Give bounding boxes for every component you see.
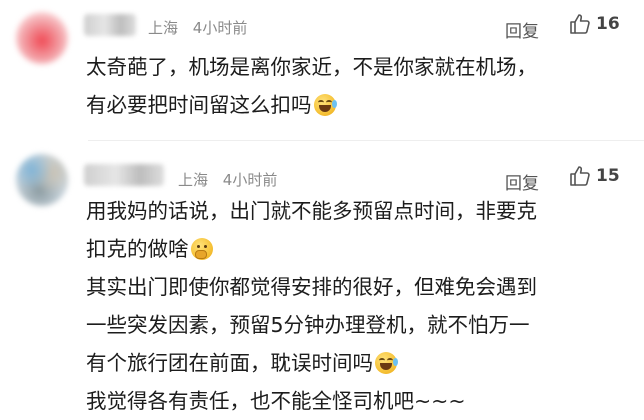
avatar[interactable] <box>16 12 68 64</box>
timestamp-label: 4小时前 <box>192 19 248 37</box>
comment-text: 太奇葩了，机场是离你家近，不是你家就在机场， 有必要把时间留这么扣吗 <box>86 48 626 124</box>
comment-line-with-emoji: 有个旅行团在前面，耽误时间吗 <box>86 344 626 382</box>
like-button[interactable]: 16 <box>568 12 620 36</box>
username-blurred[interactable] <box>84 164 164 186</box>
comment-line: 一些突发因素，预留5分钟办理登机，就不怕万一 <box>86 313 530 337</box>
username-blurred[interactable] <box>84 14 136 36</box>
comment-meta: 上海 4小时前 <box>178 169 287 190</box>
thumbs-up-icon <box>570 166 590 186</box>
thumbs-up-icon <box>570 14 590 34</box>
comment-item: 上海 4小时前 回复 15 用我妈的话说，出门就不能多预留点时间，非要克 扣克的… <box>0 140 644 413</box>
reply-button[interactable]: 回复 <box>505 17 539 42</box>
comment-line-with-emoji: 有必要把时间留这么扣吗 <box>86 86 626 124</box>
location-label: 上海 <box>148 19 179 37</box>
laughing-tears-emoji-icon <box>313 94 337 116</box>
comment-line-with-emoji: 扣克的做啥 <box>86 230 626 268</box>
location-label: 上海 <box>178 171 209 189</box>
reply-button[interactable]: 回复 <box>505 169 539 194</box>
comment-line: 用我妈的话说，出门就不能多预留点时间，非要克 <box>86 199 537 223</box>
like-count: 15 <box>596 166 620 186</box>
comment-line: 我觉得各有责任，也不能全怪司机吧~~~ <box>86 389 466 413</box>
comment-text: 用我妈的话说，出门就不能多预留点时间，非要克 扣克的做啥 其实出门即使你都觉得安… <box>86 192 626 420</box>
thinking-emoji-icon <box>190 238 213 260</box>
comment-meta: 上海 4小时前 <box>148 17 257 38</box>
comment-line: 其实出门即使你都觉得安排的很好，但难免会遇到 <box>86 275 537 299</box>
avatar[interactable] <box>16 154 68 206</box>
comment-item: 上海 4小时前 回复 16 太奇葩了，机场是离你家近，不是你家就在机场， 有必要… <box>0 0 644 140</box>
timestamp-label: 4小时前 <box>222 171 278 189</box>
comment-line: 太奇葩了，机场是离你家近，不是你家就在机场， <box>86 55 537 79</box>
laughing-tears-emoji-icon <box>375 352 398 374</box>
like-count: 16 <box>596 14 620 34</box>
like-button[interactable]: 15 <box>568 164 620 188</box>
